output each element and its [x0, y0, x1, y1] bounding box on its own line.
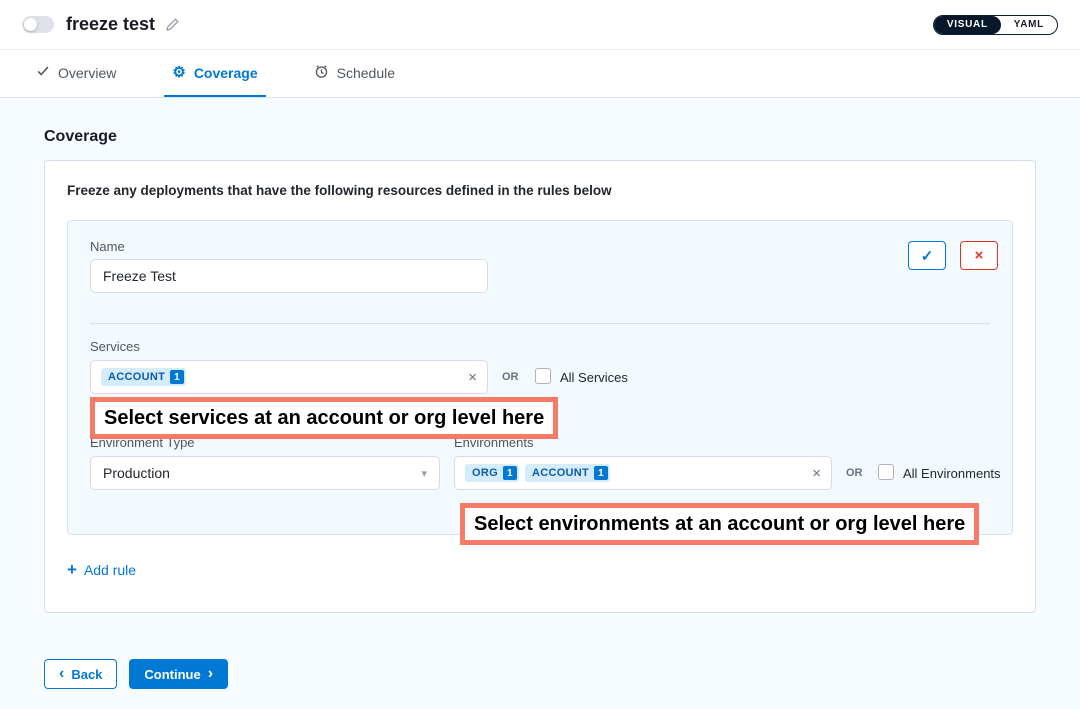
services-label: Services	[90, 339, 140, 354]
check-icon: ✓	[921, 247, 934, 265]
tab-coverage-label: Coverage	[194, 65, 258, 81]
tab-bar: Overview ⚙ Coverage Schedule	[0, 50, 1080, 98]
all-environments-label: All Environments	[903, 466, 1001, 481]
tag-count-badge: 1	[170, 370, 184, 384]
footer-buttons: ‹ Back Continue ›	[44, 659, 1036, 689]
environments-input[interactable]: ORG 1 ACCOUNT 1 ×	[454, 456, 832, 490]
continue-label: Continue	[144, 667, 200, 682]
add-rule-label: Add rule	[84, 562, 136, 578]
name-label: Name	[90, 239, 125, 254]
tab-coverage[interactable]: ⚙ Coverage	[164, 50, 265, 97]
visual-yaml-toggle: VISUAL YAML	[933, 15, 1058, 35]
service-tag-account[interactable]: ACCOUNT 1	[101, 368, 186, 386]
yaml-toggle-button[interactable]: YAML	[1001, 16, 1057, 34]
tag-label: ACCOUNT	[108, 371, 165, 383]
rule-name-input[interactable]	[90, 259, 488, 293]
gear-icon: ⚙	[172, 65, 185, 80]
all-environments-checkbox[interactable]	[878, 464, 894, 480]
schedule-icon	[314, 64, 329, 82]
toggle-knob	[24, 18, 37, 31]
environment-tag-org[interactable]: ORG 1	[465, 464, 519, 482]
freeze-enabled-toggle[interactable]	[22, 16, 54, 33]
clear-services-icon[interactable]: ×	[468, 370, 477, 385]
rule-panel: Name ✓ × Services ACCOUNT 1 × OR All Ser…	[67, 220, 1013, 535]
tag-count-badge: 1	[503, 466, 517, 480]
tab-overview-label: Overview	[58, 65, 116, 81]
continue-button[interactable]: Continue ›	[129, 659, 228, 689]
freeze-title: freeze test	[66, 14, 155, 35]
or-text: OR	[846, 467, 863, 479]
tag-count-badge: 1	[594, 466, 608, 480]
section-title: Coverage	[44, 128, 1036, 146]
confirm-rule-button[interactable]: ✓	[908, 241, 946, 270]
environment-tag-account[interactable]: ACCOUNT 1	[525, 464, 610, 482]
edit-title-icon[interactable]	[165, 17, 180, 32]
tab-schedule[interactable]: Schedule	[306, 50, 403, 97]
chevron-right-icon: ›	[208, 666, 213, 682]
chevron-down-icon: ▾	[421, 467, 427, 480]
annotation-select-services: Select services at an account or org lev…	[90, 397, 558, 439]
divider	[90, 323, 990, 324]
coverage-card: Freeze any deployments that have the fol…	[44, 160, 1036, 613]
visual-toggle-button[interactable]: VISUAL	[934, 16, 1001, 34]
plus-icon: +	[67, 561, 77, 578]
chevron-left-icon: ‹	[59, 666, 64, 682]
back-label: Back	[71, 667, 102, 682]
or-text: OR	[502, 371, 519, 383]
clear-environments-icon[interactable]: ×	[812, 466, 821, 481]
close-icon: ×	[975, 247, 984, 264]
tab-schedule-label: Schedule	[337, 65, 395, 81]
tag-label: ORG	[472, 467, 498, 479]
tag-label: ACCOUNT	[532, 467, 589, 479]
rule-actions: ✓ ×	[908, 241, 998, 270]
all-services-checkbox[interactable]	[535, 368, 551, 384]
annotation-select-environments: Select environments at an account or org…	[460, 503, 979, 545]
delete-rule-button[interactable]: ×	[960, 241, 998, 270]
card-description: Freeze any deployments that have the fol…	[67, 183, 1013, 198]
environment-type-value: Production	[103, 465, 170, 481]
tab-overview[interactable]: Overview	[28, 50, 124, 97]
environment-type-select[interactable]: Production ▾	[90, 456, 440, 490]
check-icon	[36, 64, 50, 81]
services-input[interactable]: ACCOUNT 1 ×	[90, 360, 488, 394]
coverage-page: Coverage Freeze any deployments that hav…	[0, 98, 1080, 709]
back-button[interactable]: ‹ Back	[44, 659, 117, 689]
add-rule-button[interactable]: + Add rule	[67, 561, 136, 578]
all-services-label: All Services	[560, 370, 628, 385]
header: freeze test VISUAL YAML	[0, 0, 1080, 50]
